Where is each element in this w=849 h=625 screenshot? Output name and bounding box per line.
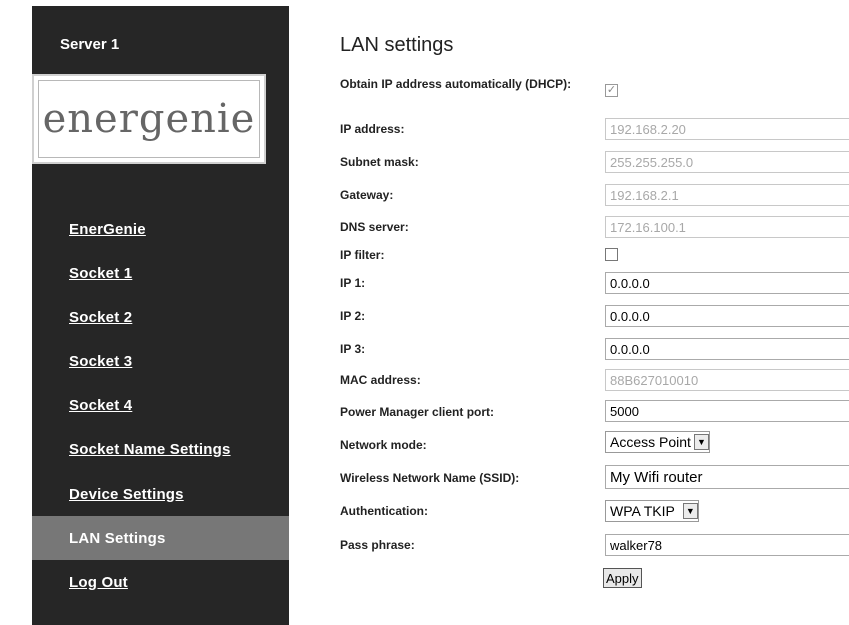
ip-address-field[interactable] <box>605 118 849 140</box>
ssid-label: Wireless Network Name (SSID): <box>340 471 520 485</box>
pass-phrase-field[interactable] <box>605 534 849 556</box>
subnet-mask-field[interactable] <box>605 151 849 173</box>
sidebar-item-socket-3[interactable]: Socket 3 <box>32 339 289 383</box>
client-port-label: Power Manager client port: <box>340 405 495 419</box>
server-title: Server 1 <box>60 36 120 53</box>
subnet-mask-label: Subnet mask: <box>340 155 419 169</box>
ip2-field[interactable] <box>605 305 849 327</box>
client-port-field[interactable] <box>605 400 849 422</box>
sidebar-item-socket-4[interactable]: Socket 4 <box>32 383 289 427</box>
sidebar-item-label: EnerGenie <box>69 220 146 238</box>
sidebar-item-lan-settings[interactable]: LAN Settings <box>32 516 289 560</box>
network-mode-label: Network mode: <box>340 438 427 452</box>
sidebar-item-label: Device Settings <box>69 485 184 503</box>
authentication-value: WPA TKIP <box>610 503 675 519</box>
ip1-label: IP 1: <box>340 276 366 290</box>
sidebar-item-label: Log Out <box>69 573 128 591</box>
ip3-field[interactable] <box>605 338 849 360</box>
logo-text: energenie <box>42 96 256 142</box>
sidebar-item-label: Socket 2 <box>69 308 133 326</box>
sidebar-item-label: Socket Name Settings <box>69 440 231 458</box>
sidebar-item-log-out[interactable]: Log Out <box>32 560 289 604</box>
page-title: LAN settings <box>340 34 454 56</box>
gateway-label: Gateway: <box>340 188 394 202</box>
network-mode-value: Access Point <box>610 434 691 450</box>
dhcp-checkbox[interactable]: ✓ <box>605 84 618 97</box>
authentication-select[interactable]: WPA TKIP ▼ <box>605 500 699 522</box>
sidebar-item-energenie[interactable]: EnerGenie <box>32 207 289 251</box>
sidebar-item-label: Socket 4 <box>69 396 133 414</box>
mac-address-label: MAC address: <box>340 373 421 387</box>
gateway-field[interactable] <box>605 184 849 206</box>
ip-filter-label: IP filter: <box>340 248 385 262</box>
sidebar-item-label: Socket 3 <box>69 352 133 370</box>
sidebar-item-device-settings[interactable]: Device Settings <box>32 472 289 516</box>
dns-server-label: DNS server: <box>340 220 409 234</box>
sidebar-item-socket-1[interactable]: Socket 1 <box>32 251 289 295</box>
ip2-label: IP 2: <box>340 309 366 323</box>
network-mode-select[interactable]: Access Point ▼ <box>605 431 710 453</box>
sidebar-item-label: LAN Settings <box>69 529 166 547</box>
apply-button[interactable]: Apply <box>603 568 642 588</box>
pass-phrase-label: Pass phrase: <box>340 538 415 552</box>
chevron-down-icon: ▼ <box>682 503 698 519</box>
chevron-down-icon: ▼ <box>693 434 709 450</box>
energenie-logo: energenie <box>32 74 266 164</box>
ip3-label: IP 3: <box>340 342 366 356</box>
dns-server-field[interactable] <box>605 216 849 238</box>
ssid-field[interactable] <box>605 465 849 489</box>
dhcp-label: Obtain IP address automatically (DHCP): <box>340 77 572 91</box>
ip1-field[interactable] <box>605 272 849 294</box>
authentication-label: Authentication: <box>340 504 428 518</box>
sidebar-item-label: Socket 1 <box>69 264 133 282</box>
sidebar-item-socket-name-settings[interactable]: Socket Name Settings <box>32 427 289 471</box>
sidebar: Server 1 energenie EnerGenie Socket 1 So… <box>32 6 289 625</box>
ip-filter-checkbox[interactable] <box>605 248 618 261</box>
mac-address-field[interactable] <box>605 369 849 391</box>
sidebar-item-socket-2[interactable]: Socket 2 <box>32 295 289 339</box>
ip-address-label: IP address: <box>340 122 405 136</box>
